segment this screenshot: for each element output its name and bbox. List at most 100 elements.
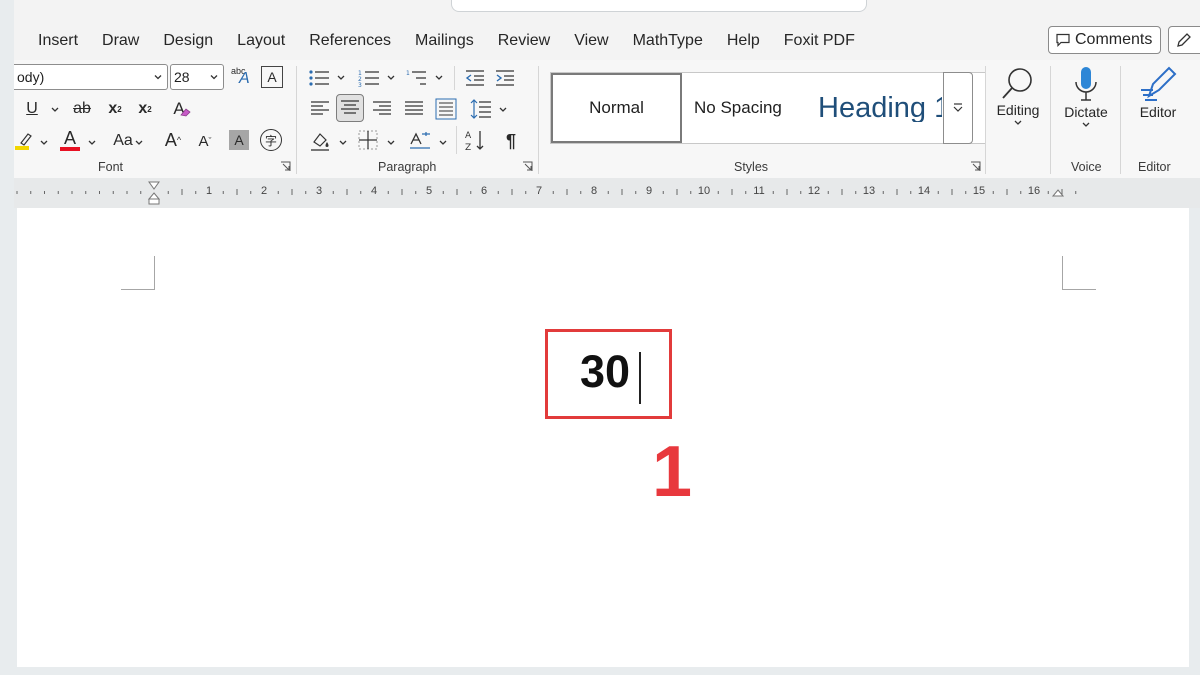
chevron-down-icon[interactable] xyxy=(434,74,444,82)
subscript-icon: x xyxy=(108,100,118,117)
character-shading-button[interactable]: A xyxy=(229,130,249,150)
decrease-indent-icon[interactable] xyxy=(464,68,486,88)
bullets-icon[interactable] xyxy=(308,68,330,88)
ruler-tick xyxy=(841,189,843,195)
shrink-font-icon: A xyxy=(198,132,209,150)
align-center-icon xyxy=(341,100,359,114)
numbering-icon[interactable]: 123 xyxy=(358,68,380,88)
styles-gallery-more-button[interactable] xyxy=(943,72,973,144)
font-name-box[interactable]: ody) xyxy=(14,64,168,90)
ruler-tick xyxy=(662,191,664,194)
styles-group-label: Styles xyxy=(734,160,769,174)
align-center-button[interactable] xyxy=(336,94,364,122)
document-text[interactable]: 30 xyxy=(580,346,630,398)
subscript-button[interactable]: x2 xyxy=(104,96,126,122)
text-cursor xyxy=(639,352,641,404)
grow-font-icon: A xyxy=(164,129,177,150)
tab-layout[interactable]: Layout xyxy=(237,32,285,50)
change-case-phonetic-button[interactable]: abc A xyxy=(229,64,255,90)
chevron-down-icon[interactable] xyxy=(438,139,448,147)
ruler-tick xyxy=(167,191,169,194)
editing-mode-button[interactable] xyxy=(1168,26,1200,54)
character-border-button[interactable]: A xyxy=(261,66,283,88)
editor-button[interactable]: Editor xyxy=(1130,66,1186,120)
editor-pen-icon xyxy=(1141,66,1177,101)
underline-icon: U xyxy=(26,100,38,117)
grow-font-button[interactable]: A ^ xyxy=(162,126,184,154)
editing-button[interactable]: Editing xyxy=(992,64,1044,128)
chevron-down-icon[interactable] xyxy=(134,139,144,147)
tab-design[interactable]: Design xyxy=(163,32,213,50)
strikethrough-button[interactable]: ab xyxy=(68,96,96,122)
paragraph-dialog-launcher-icon[interactable] xyxy=(522,161,533,172)
justify-icon[interactable] xyxy=(404,100,424,118)
ruler-tick xyxy=(745,191,747,194)
ruler-tick xyxy=(992,191,994,194)
ruler-tick xyxy=(305,191,307,194)
tab-references[interactable]: References xyxy=(309,32,391,50)
chevron-down-icon[interactable] xyxy=(498,106,508,114)
style-normal[interactable]: Normal xyxy=(551,73,682,143)
sort-icon[interactable]: AZ xyxy=(464,128,486,152)
ruler-tick xyxy=(621,189,623,195)
paragraph-group-label: Paragraph xyxy=(378,160,437,174)
chevron-down-icon[interactable] xyxy=(50,106,60,114)
right-indent-marker[interactable] xyxy=(1052,189,1064,203)
ribbon-separator xyxy=(454,66,455,90)
chevron-down-icon[interactable] xyxy=(386,139,396,147)
tab-foxit-pdf[interactable]: Foxit PDF xyxy=(784,32,855,50)
borders-icon[interactable] xyxy=(358,130,378,150)
tab-draw[interactable]: Draw xyxy=(102,32,139,50)
superscript-button[interactable]: x2 xyxy=(134,96,156,122)
ruler-tick xyxy=(965,191,967,194)
ruler-tick xyxy=(1047,191,1049,194)
align-right-icon[interactable] xyxy=(372,100,392,118)
ruler-tick xyxy=(71,191,73,194)
tab-mailings[interactable]: Mailings xyxy=(415,32,474,50)
font-dialog-launcher-icon[interactable] xyxy=(280,161,291,172)
ruler-tick xyxy=(126,191,128,194)
line-spacing-icon[interactable] xyxy=(470,98,492,120)
comment-icon xyxy=(1056,33,1070,47)
style-heading-1[interactable]: Heading 1 xyxy=(818,92,942,122)
increase-indent-icon[interactable] xyxy=(494,68,516,88)
svg-text:Z: Z xyxy=(465,143,471,152)
clear-formatting-button[interactable]: A xyxy=(166,96,192,122)
multilevel-list-icon[interactable]: 1 xyxy=(406,68,428,88)
underline-button[interactable]: U xyxy=(22,96,42,122)
shrink-font-button[interactable]: Aˇ xyxy=(194,128,216,154)
comments-button[interactable]: Comments xyxy=(1048,26,1162,54)
styles-dialog-launcher-icon[interactable] xyxy=(970,161,981,172)
font-size-box[interactable]: 28 xyxy=(170,64,224,90)
style-no-spacing[interactable]: No Spacing xyxy=(694,98,782,118)
chevron-down-icon[interactable] xyxy=(336,74,346,82)
tab-review[interactable]: Review xyxy=(498,32,550,50)
chevron-down-icon[interactable] xyxy=(386,74,396,82)
shading-icon[interactable] xyxy=(310,130,332,152)
first-line-indent-marker[interactable] xyxy=(148,181,160,205)
show-formatting-button[interactable]: ¶ xyxy=(500,128,522,154)
voice-group-label: Voice xyxy=(1071,160,1102,174)
dictate-button[interactable]: Dictate xyxy=(1058,66,1114,130)
enclose-characters-button[interactable]: 字 xyxy=(260,129,282,151)
chevron-down-icon[interactable] xyxy=(338,139,348,147)
tab-insert[interactable]: Insert xyxy=(38,32,78,50)
ribbon: ody) 28 abc A A U ab x2 x2 A A Aa A ^ A … xyxy=(14,60,1200,178)
tab-view[interactable]: View xyxy=(574,32,608,50)
ruler-tick xyxy=(786,189,788,195)
border-a-icon: A xyxy=(267,69,277,85)
chevron-down-icon[interactable] xyxy=(87,139,97,147)
chevron-down-icon[interactable] xyxy=(39,139,49,147)
asian-layout-icon[interactable] xyxy=(408,130,432,150)
highlight-color-button[interactable] xyxy=(14,128,36,154)
horizontal-ruler[interactable]: 1 2 3 4 5 6 7 8 9 10 11 12 13 14 15 16 xyxy=(14,178,1200,208)
document-page[interactable]: 30 1 xyxy=(17,208,1189,667)
tab-mathtype[interactable]: MathType xyxy=(633,32,703,50)
ruler-number: 7 xyxy=(535,185,543,197)
ruler-tick xyxy=(277,191,279,194)
distributed-icon[interactable] xyxy=(435,98,457,120)
ruler-number: 6 xyxy=(480,185,488,197)
font-color-button[interactable]: A xyxy=(58,126,82,154)
align-left-icon[interactable] xyxy=(310,100,330,118)
tab-help[interactable]: Help xyxy=(727,32,760,50)
